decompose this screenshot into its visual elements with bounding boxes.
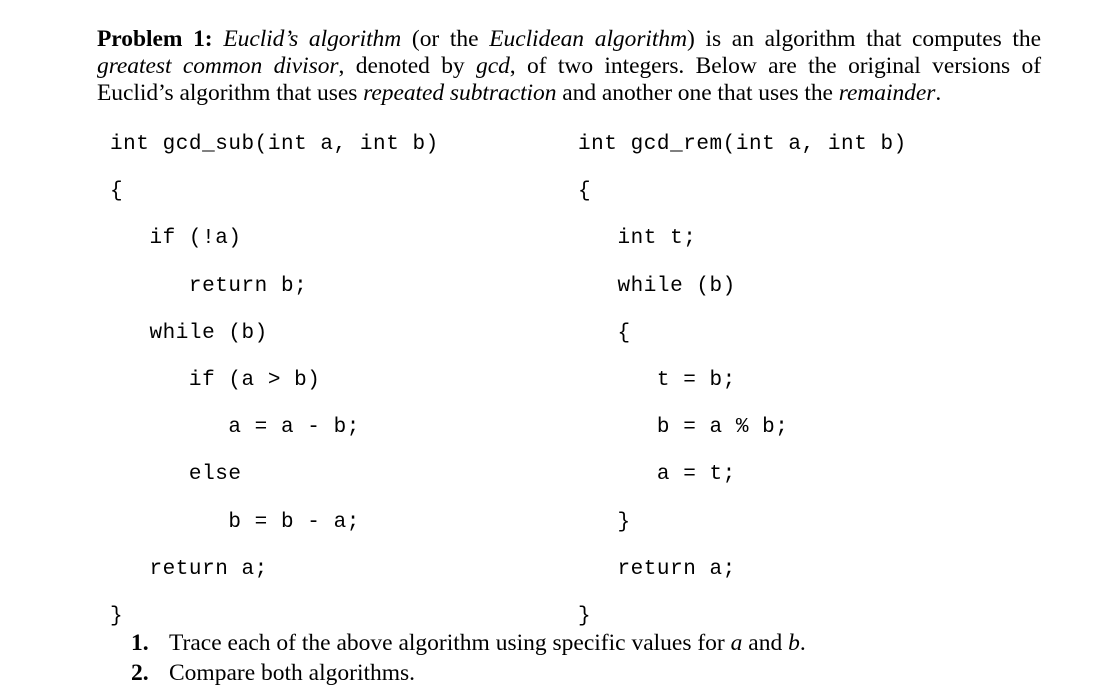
task-2-run-0: Compare both algorithms. <box>169 660 416 686</box>
gcd-rem-line-7: b = a % b; <box>578 416 789 440</box>
gcd-rem-line-9: } <box>578 510 631 534</box>
intro-run-7: , denoted by <box>338 52 477 79</box>
tasks-ordered-list: 1. Trace each of the above algorithm usin… <box>131 628 931 688</box>
intro-run-6: greatest common divisor <box>97 52 339 79</box>
intro-run-2: Euclid’s algorithm <box>223 25 402 52</box>
gcd-sub-line-10: return a; <box>110 557 268 581</box>
task-item-2: 2. Compare both algorithms. <box>131 658 931 688</box>
gcd-sub-line-5: while (b) <box>110 321 268 345</box>
document-page: Problem 1: Euclid’s algorithm (or the Eu… <box>0 0 1119 694</box>
task-1-run-3: b <box>788 630 800 656</box>
gcd-sub-line-3: if (!a) <box>110 227 242 251</box>
problem-statement-paragraph: Problem 1: Euclid’s algorithm (or the Eu… <box>97 26 1041 108</box>
task-number-1: 1. <box>131 630 149 656</box>
intro-run-4: Euclidean algorithm <box>489 25 687 52</box>
task-1-run-2: and <box>742 630 789 656</box>
gcd-rem-line-1: int gcd_rem(int a, int b) <box>578 133 907 156</box>
gcd-rem-line-8: a = t; <box>578 463 736 487</box>
gcd-sub-line-7: a = a - b; <box>110 416 360 440</box>
code-block-gcd-sub: int gcd_sub(int a, int b) { if (!a) retur… <box>110 121 439 640</box>
gcd-sub-line-1: int gcd_sub(int a, int b) <box>110 133 439 156</box>
task-number-2: 2. <box>131 660 149 686</box>
gcd-sub-line-6: if (a > b) <box>110 368 321 392</box>
task-1-run-1: a <box>730 630 743 656</box>
gcd-sub-line-9: b = b - a; <box>110 510 360 534</box>
gcd-rem-line-2: { <box>578 180 592 204</box>
intro-run-3: (or the <box>401 25 490 52</box>
task-item-1: 1. Trace each of the above algorithm usin… <box>131 628 931 658</box>
task-text-1: Trace each of the above algorithm using … <box>169 628 931 658</box>
gcd-rem-line-5: { <box>578 321 631 345</box>
intro-run-0: Problem 1: <box>97 25 213 52</box>
gcd-sub-line-8: else <box>110 463 242 487</box>
gcd-rem-line-6: t = b; <box>578 368 736 392</box>
task-text-2: Compare both algorithms. <box>169 658 931 688</box>
gcd-rem-line-3: int t; <box>578 227 697 251</box>
intro-run-1 <box>213 26 224 52</box>
gcd-sub-line-2: { <box>110 180 124 204</box>
task-1-run-4: . <box>799 630 806 656</box>
gcd-rem-line-4: while (b) <box>578 274 736 298</box>
code-block-gcd-rem: int gcd_rem(int a, int b) { int t; while … <box>578 121 907 640</box>
gcd-sub-line-4: return b; <box>110 274 308 298</box>
intro-run-5: ) is an algorithm that computes the <box>687 25 1041 52</box>
gcd-rem-line-10: return a; <box>578 557 736 581</box>
intro-run-8: gcd <box>476 52 510 79</box>
task-1-run-0: Trace each of the above algorithm using … <box>169 630 731 656</box>
code-listings-area: int gcd_sub(int a, int b) { if (!a) retur… <box>0 100 1119 628</box>
